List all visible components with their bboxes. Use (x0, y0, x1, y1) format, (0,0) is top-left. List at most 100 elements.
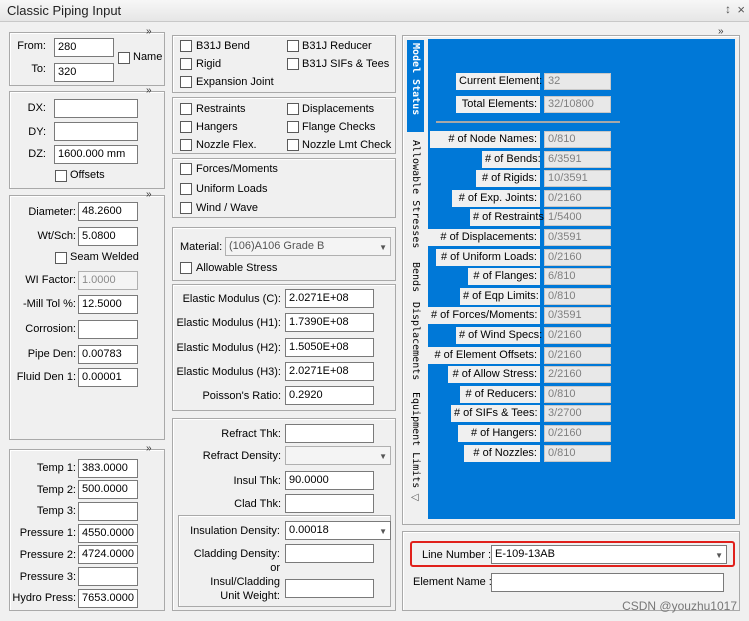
dx-input[interactable] (54, 99, 138, 118)
fluid-den-label: Fluid Den 1: (16, 371, 76, 383)
status-row-value: 2/2160 (544, 366, 611, 384)
corrosion-input[interactable] (78, 320, 138, 339)
seam-welded-checkbox[interactable] (55, 252, 67, 264)
collapse-chevron-icon[interactable]: » (146, 443, 151, 454)
chevron-down-icon: ▼ (715, 551, 723, 560)
status-row-label: # of Rigids: (476, 170, 540, 188)
b31j-reducer-checkbox[interactable] (287, 40, 299, 52)
tab-equipment-limits[interactable]: Equipment Limits (410, 392, 421, 488)
insulation-density-select[interactable]: 0.00018 ▼ (285, 521, 391, 540)
flange-checks-checkbox[interactable] (287, 121, 299, 133)
nozzle-lmt-checkbox[interactable] (287, 139, 299, 151)
status-row-value: 0/2160 (544, 248, 611, 266)
status-row-value: 6/3591 (544, 150, 611, 168)
tab-bends[interactable]: Bends (410, 262, 421, 292)
mill-tol-input[interactable]: 12.5000 (78, 295, 138, 314)
uniform-loads-checkbox[interactable] (180, 183, 192, 195)
displacements-label: Displacements (302, 103, 375, 115)
pin-icon[interactable]: ↕ (725, 2, 731, 16)
flange-checks-label: Flange Checks (302, 121, 376, 133)
forces-moments-checkbox[interactable] (180, 163, 192, 175)
expansion-joint-label: Expansion Joint (196, 76, 274, 88)
elastic-c-input[interactable]: 2.0271E+08 (285, 289, 374, 308)
wi-factor-label: WI Factor: (25, 274, 76, 286)
hydro-press-input[interactable]: 7653.0000 (78, 589, 138, 608)
restraints-label: Restraints (196, 103, 246, 115)
tab-model-status[interactable]: Model Status (407, 40, 424, 132)
status-row-label: # of Reducers: (460, 385, 540, 403)
to-node-input[interactable]: 320 (54, 63, 114, 82)
fluid-den-input[interactable]: 0.00001 (78, 368, 138, 387)
clad-thk-input[interactable] (285, 494, 374, 513)
current-element-value: 32 (544, 73, 611, 90)
temp3-input[interactable] (78, 502, 138, 521)
unit-weight-label: Unit Weight: (220, 590, 280, 602)
status-separator (436, 121, 620, 123)
refract-density-select[interactable]: ▼ (285, 446, 391, 465)
line-number-select[interactable]: E-109-13AB ▼ (491, 545, 727, 564)
collapse-chevron-icon[interactable]: » (718, 26, 723, 37)
tab-allowable-stresses[interactable]: Allowable Stresses (410, 140, 421, 248)
collapse-chevron-icon[interactable]: » (146, 26, 151, 37)
line-number-value: E-109-13AB (495, 548, 555, 560)
current-element-label: Current Element: (456, 73, 542, 90)
dz-input[interactable]: 1600.000 mm (54, 145, 138, 164)
material-select[interactable]: (106)A106 Grade B ▼ (225, 237, 391, 256)
elastic-h3-input[interactable]: 2.0271E+08 (285, 362, 374, 381)
status-row-label: # of Hangers: (458, 425, 540, 442)
collapse-chevron-icon[interactable]: » (146, 85, 151, 96)
diameter-input[interactable]: 48.2600 (78, 202, 138, 221)
offsets-checkbox[interactable] (55, 170, 67, 182)
status-row-label: # of Bends: (482, 150, 541, 168)
elastic-h2-label: Elastic Modulus (H2): (176, 342, 281, 354)
name-checkbox-label: Name (133, 51, 163, 63)
temp2-input[interactable]: 500.0000 (78, 480, 138, 499)
hangers-checkbox[interactable] (180, 121, 192, 133)
cladding-density-label: Cladding Density: (193, 548, 280, 560)
restraints-checkbox[interactable] (180, 103, 192, 115)
temp2-label: Temp 2: (36, 484, 76, 496)
element-name-input[interactable] (491, 573, 724, 592)
close-icon[interactable]: × (737, 2, 745, 17)
allowable-stress-checkbox[interactable] (180, 262, 192, 274)
status-row-label: # of Allow Stress: (448, 366, 540, 384)
name-checkbox[interactable] (118, 52, 130, 64)
tab-scroll-icon[interactable]: ◁ (411, 492, 419, 503)
b31j-sifs-checkbox[interactable] (287, 58, 299, 70)
pressure3-input[interactable] (78, 567, 138, 586)
status-row-label: # of Uniform Loads: (436, 248, 540, 266)
status-row-value: 0/2160 (544, 327, 611, 344)
from-node-input[interactable]: 280 (54, 38, 114, 57)
nozzle-lmt-label: Nozzle Lmt Check (302, 139, 392, 151)
refract-thk-input[interactable] (285, 424, 374, 443)
elastic-h2-input[interactable]: 1.5050E+08 (285, 338, 374, 357)
wtsch-input[interactable]: 5.0800 (78, 227, 138, 246)
expansion-joint-checkbox[interactable] (180, 76, 192, 88)
cladding-density-input[interactable] (285, 544, 374, 563)
dy-input[interactable] (54, 122, 138, 141)
elastic-h1-input[interactable]: 1.7390E+08 (285, 313, 374, 332)
status-row-label: # of Flanges: (468, 268, 540, 286)
wind-wave-checkbox[interactable] (180, 202, 192, 214)
tab-displacements[interactable]: Displacements (410, 302, 421, 380)
temp3-label: Temp 3: (36, 505, 76, 517)
pressure1-input[interactable]: 4550.0000 (78, 524, 138, 543)
to-label: To: (31, 63, 46, 75)
temp1-input[interactable]: 383.0000 (78, 459, 138, 478)
insul-cladding-weight-input[interactable] (285, 579, 374, 598)
displacements-checkbox[interactable] (287, 103, 299, 115)
collapse-chevron-icon[interactable]: » (146, 189, 151, 200)
insul-thk-input[interactable]: 90.0000 (285, 471, 374, 490)
dy-label: DY: (28, 126, 46, 138)
b31j-bend-checkbox[interactable] (180, 40, 192, 52)
poisson-input[interactable]: 0.2920 (285, 386, 374, 405)
element-name-label: Element Name : (413, 576, 492, 588)
pressure2-input[interactable]: 4724.0000 (78, 545, 138, 564)
rigid-checkbox[interactable] (180, 58, 192, 70)
status-row-value: 1/5400 (544, 209, 611, 227)
elastic-h1-label: Elastic Modulus (H1): (176, 317, 281, 329)
nozzle-flex-checkbox[interactable] (180, 139, 192, 151)
pipe-den-input[interactable]: 0.00783 (78, 345, 138, 364)
chevron-down-icon: ▼ (379, 452, 387, 461)
status-row-label: # of Forces/Moments: (428, 307, 540, 325)
